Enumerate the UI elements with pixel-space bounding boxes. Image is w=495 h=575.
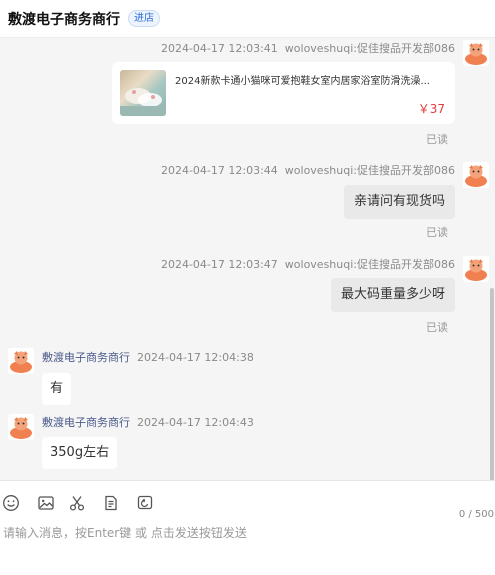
- avatar-icon: [463, 256, 489, 282]
- message-sender: woloveshuqi:促佳搜品开发部086: [284, 258, 455, 271]
- message-meta: 2024-04-17 12:03:44 woloveshuqi:促佳搜品开发部08…: [161, 162, 455, 178]
- scissors-icon[interactable]: [67, 493, 87, 513]
- message-time: 2024-04-17 12:03:47: [160, 258, 278, 271]
- avatar: [463, 162, 489, 188]
- read-status: 已读: [426, 226, 448, 239]
- message-input[interactable]: [3, 523, 483, 543]
- message-sender: 敷渡电子商务商行: [42, 416, 130, 429]
- avatar: [463, 256, 489, 282]
- message-bubble[interactable]: 亲请问有现货吗: [343, 185, 455, 219]
- image-icon[interactable]: [36, 493, 56, 513]
- message-time: 2024-04-17 12:03:41: [160, 42, 278, 55]
- message-bubble[interactable]: 350g左右: [42, 437, 118, 469]
- message-bubble[interactable]: 最大码重量多少呀: [330, 278, 455, 312]
- recall-icon[interactable]: [135, 493, 155, 513]
- message-time: 2024-04-17 12:04:43: [137, 416, 254, 429]
- shop-name: 敷渡电子商务商行: [8, 11, 120, 28]
- avatar: [463, 40, 489, 66]
- enter-shop-button[interactable]: 进店: [128, 10, 160, 27]
- scrollbar[interactable]: [490, 288, 494, 480]
- message-meta: 2024-04-17 12:03:41 woloveshuqi:促佳搜品开发部08…: [161, 40, 455, 56]
- message-time: 2024-04-17 12:04:38: [137, 351, 254, 364]
- message-meta: 敷渡电子商务商行 2024-04-17 12:04:38: [42, 349, 254, 365]
- emoji-icon[interactable]: [1, 493, 21, 513]
- message-time: 2024-04-17 12:03:44: [160, 164, 278, 177]
- message-sender: 敷渡电子商务商行: [42, 351, 130, 364]
- read-status: 已读: [426, 321, 448, 334]
- message-meta: 2024-04-17 12:03:47 woloveshuqi:促佳搜品开发部08…: [161, 256, 455, 272]
- chat-header: 敷渡电子商务商行 进店: [0, 0, 495, 38]
- product-card[interactable]: 2024新款卡通小猫咪可爱抱鞋女室内居家浴室防滑洗澡... ￥37: [112, 62, 455, 124]
- avatar-icon: [463, 162, 489, 188]
- message-sender: woloveshuqi:促佳搜品开发部086: [284, 164, 455, 177]
- avatar-icon: [463, 40, 489, 66]
- message-bubble[interactable]: 有: [42, 373, 72, 405]
- avatar: [8, 348, 34, 374]
- message-sender: woloveshuqi:促佳搜品开发部086: [284, 42, 455, 55]
- input-toolbar: 0 / 500: [0, 493, 495, 520]
- message-list[interactable]: 2024-04-17 12:03:41 woloveshuqi:促佳搜品开发部08…: [0, 38, 495, 480]
- input-area: 0 / 500: [0, 480, 495, 575]
- product-price: ￥37: [417, 102, 445, 116]
- character-counter: 0 / 500: [458, 509, 494, 520]
- product-thumbnail[interactable]: [120, 70, 166, 116]
- order-icon[interactable]: [101, 493, 121, 513]
- product-title[interactable]: 2024新款卡通小猫咪可爱抱鞋女室内居家浴室防滑洗澡...: [175, 72, 447, 87]
- read-status: 已读: [426, 133, 448, 146]
- message-meta: 敷渡电子商务商行 2024-04-17 12:04:43: [42, 414, 254, 430]
- avatar-icon: [8, 348, 34, 374]
- avatar-icon: [8, 414, 34, 440]
- avatar: [8, 414, 34, 440]
